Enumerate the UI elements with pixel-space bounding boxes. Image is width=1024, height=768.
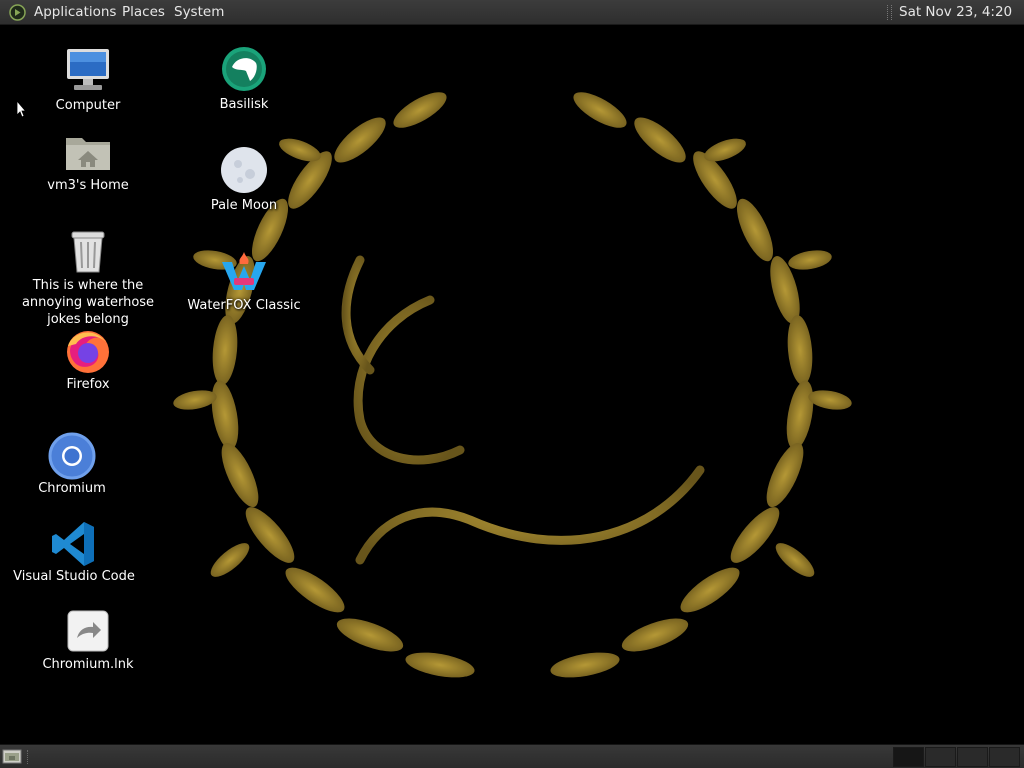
workspace-3[interactable] xyxy=(957,747,988,767)
icon-label: Basilisk xyxy=(219,97,269,112)
icon-label: Visual Studio Code xyxy=(13,569,135,584)
icon-label: Chromium.lnk xyxy=(42,657,134,672)
icon-label: This is where the annoying waterhose jok… xyxy=(21,278,155,327)
icon-label: Chromium xyxy=(38,481,106,496)
desktop-icon-home[interactable]: vm3's Home xyxy=(18,126,158,201)
basilisk-icon xyxy=(222,47,266,91)
desktop-icon-vscode[interactable]: Visual Studio Code xyxy=(4,520,144,586)
show-desktop-icon[interactable] xyxy=(2,748,22,765)
icon-label: Firefox xyxy=(66,377,110,392)
mate-logo-icon[interactable] xyxy=(9,4,26,21)
desktop-icon-waterfox[interactable]: WaterFOX Classic xyxy=(174,246,314,316)
panel-handle[interactable] xyxy=(887,5,892,20)
desktop-icon-firefox[interactable]: Firefox xyxy=(18,328,158,396)
icon-label: Computer xyxy=(55,98,121,113)
panel-handle[interactable] xyxy=(27,750,31,764)
workspace-4[interactable] xyxy=(989,747,1020,767)
workspace-1[interactable] xyxy=(893,747,924,767)
home-folder-icon xyxy=(66,138,110,170)
icon-label: Pale Moon xyxy=(210,198,278,213)
computer-icon xyxy=(67,49,109,90)
vscode-icon xyxy=(52,522,94,566)
desktop-icon-chromium[interactable]: Chromium xyxy=(2,432,142,498)
shortcut-icon xyxy=(67,610,109,652)
bottom-panel xyxy=(0,744,1024,768)
top-panel: Applications Places System Sat Nov 23, 4… xyxy=(0,0,1024,45)
mouse-cursor-icon xyxy=(16,100,26,118)
desktop-icon-chromium-lnk[interactable]: Chromium.lnk xyxy=(18,608,158,674)
icon-label: vm3's Home xyxy=(47,178,129,193)
chromium-icon xyxy=(48,432,96,480)
applications-menu[interactable]: Applications xyxy=(34,0,116,25)
pale-moon-icon xyxy=(221,147,267,193)
places-menu[interactable]: Places xyxy=(122,0,165,25)
trash-icon xyxy=(71,231,105,273)
desktop-icon-computer[interactable]: Computer xyxy=(18,44,158,119)
icon-label: WaterFOX Classic xyxy=(187,298,301,313)
workspace-2[interactable] xyxy=(925,747,956,767)
waterfox-icon xyxy=(222,252,266,290)
desktop-icon-pale-moon[interactable]: Pale Moon xyxy=(174,146,314,216)
firefox-icon xyxy=(67,331,109,373)
clock[interactable]: Sat Nov 23, 4:20 PM xyxy=(899,0,1024,45)
desktop-icon-trash[interactable]: This is where the annoying waterhose jok… xyxy=(18,226,158,330)
system-menu[interactable]: System xyxy=(174,0,224,25)
desktop-icon-basilisk[interactable]: Basilisk xyxy=(174,45,314,115)
